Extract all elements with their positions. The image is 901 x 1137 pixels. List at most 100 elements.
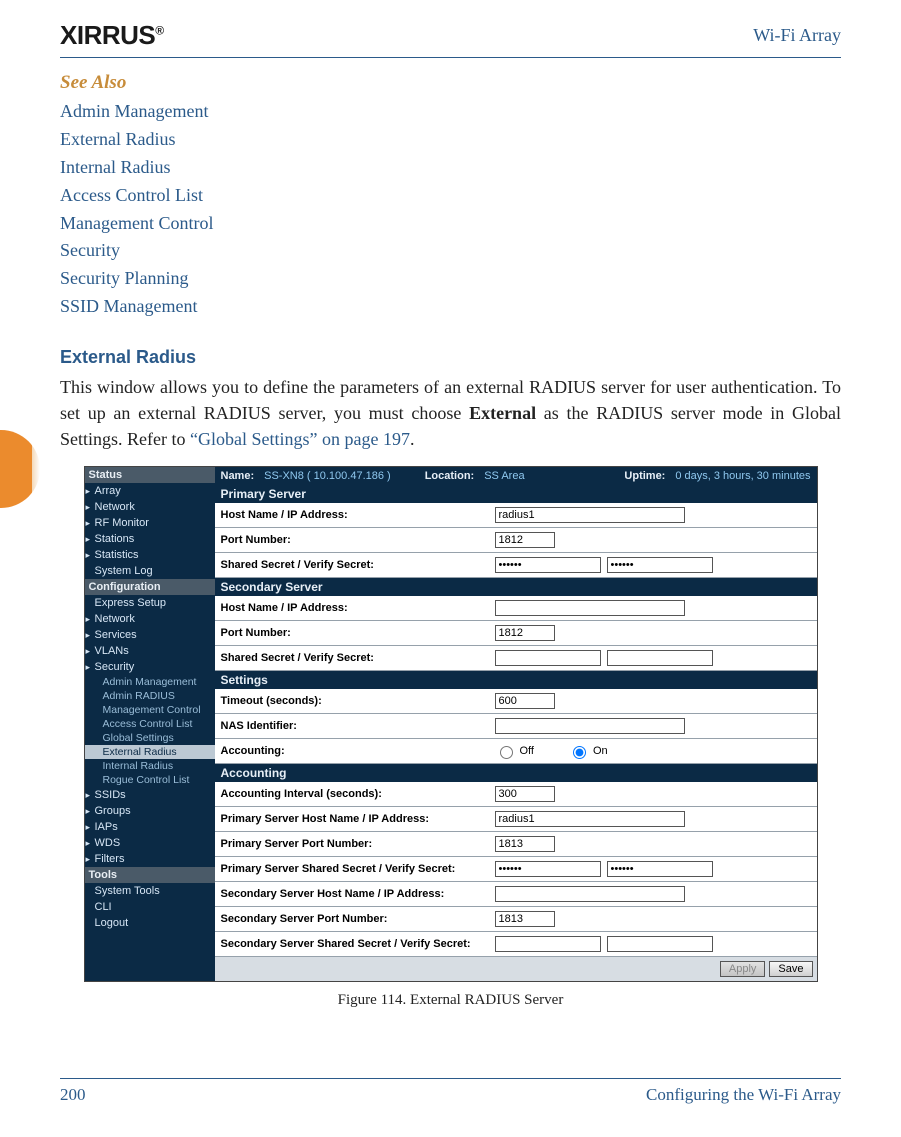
nav-item-iaps[interactable]: IAPs (85, 819, 215, 835)
input-secondary-port[interactable] (495, 625, 555, 641)
input-secondary-verify[interactable] (607, 650, 713, 666)
link-internal-radius[interactable]: Internal Radius (60, 154, 841, 182)
topbar: Name: SS-XN8 ( 10.100.47.186 ) Location:… (215, 467, 817, 485)
nav-item-security[interactable]: Security (85, 659, 215, 675)
input-primary-host[interactable] (495, 507, 685, 523)
label-primary-secret: Shared Secret / Verify Secret: (221, 559, 489, 571)
side-tab (0, 430, 40, 508)
input-s-host[interactable] (495, 886, 685, 902)
input-s-port[interactable] (495, 911, 555, 927)
nav-sub-admin-radius[interactable]: Admin RADIUS (85, 689, 215, 703)
label-secondary-port: Port Number: (221, 627, 489, 639)
page-footer: 200 Configuring the Wi-Fi Array (60, 1078, 841, 1105)
topbar-name-label: Name: (221, 470, 255, 482)
input-acct-interval[interactable] (495, 786, 555, 802)
page-number: 200 (60, 1085, 86, 1105)
nav-item-services[interactable]: Services (85, 627, 215, 643)
link-security-planning[interactable]: Security Planning (60, 265, 841, 293)
figure-caption: Figure 114. External RADIUS Server (60, 992, 841, 1009)
link-management-control[interactable]: Management Control (60, 210, 841, 238)
label-accounting: Accounting: (221, 745, 489, 757)
body-end: . (410, 429, 415, 449)
nav-item-ssids[interactable]: SSIDs (85, 787, 215, 803)
input-timeout[interactable] (495, 693, 555, 709)
figure-screenshot: Status Array Network RF Monitor Stations… (84, 466, 818, 982)
nav-sub-admin-mgmt[interactable]: Admin Management (85, 675, 215, 689)
link-external-radius[interactable]: External Radius (60, 126, 841, 154)
input-p-port[interactable] (495, 836, 555, 852)
nav-item-network2[interactable]: Network (85, 611, 215, 627)
section-primary: Primary Server (215, 485, 817, 503)
see-also-title: See Also (60, 72, 841, 94)
nav-item-express-setup[interactable]: Express Setup (85, 595, 215, 611)
nav-item-logout[interactable]: Logout (85, 915, 215, 931)
nav-item-wds[interactable]: WDS (85, 835, 215, 851)
input-primary-secret[interactable] (495, 557, 601, 573)
section-title: External Radius (60, 347, 841, 368)
nav-item-statistics[interactable]: Statistics (85, 547, 215, 563)
label-primary-port: Port Number: (221, 534, 489, 546)
label-p-port: Primary Server Port Number: (221, 838, 489, 850)
radio-accounting-off[interactable] (500, 746, 513, 759)
doc-type: Wi-Fi Array (753, 25, 841, 46)
nav-head-status: Status (85, 467, 215, 483)
link-security[interactable]: Security (60, 237, 841, 265)
body-xref[interactable]: “Global Settings” on page 197 (190, 429, 410, 449)
input-s-verify[interactable] (607, 936, 713, 952)
label-acct-interval: Accounting Interval (seconds): (221, 788, 489, 800)
nav-sidebar: Status Array Network RF Monitor Stations… (85, 467, 215, 981)
nav-sub-internal-radius[interactable]: Internal Radius (85, 759, 215, 773)
nav-item-filters[interactable]: Filters (85, 851, 215, 867)
section-accounting: Accounting (215, 764, 817, 782)
nav-item-system-log[interactable]: System Log (85, 563, 215, 579)
see-also-links: Admin Management External Radius Interna… (60, 98, 841, 321)
nav-item-cli[interactable]: CLI (85, 899, 215, 915)
link-ssid-management[interactable]: SSID Management (60, 293, 841, 321)
input-nas[interactable] (495, 718, 685, 734)
link-access-control-list[interactable]: Access Control List (60, 182, 841, 210)
label-on: On (593, 745, 608, 757)
input-s-secret[interactable] (495, 936, 601, 952)
nav-sub-global-settings[interactable]: Global Settings (85, 731, 215, 745)
input-secondary-secret[interactable] (495, 650, 601, 666)
link-admin-management[interactable]: Admin Management (60, 98, 841, 126)
label-off: Off (520, 745, 534, 757)
nav-item-vlans[interactable]: VLANs (85, 643, 215, 659)
input-p-secret[interactable] (495, 861, 601, 877)
label-timeout: Timeout (seconds): (221, 695, 489, 707)
nav-item-network[interactable]: Network (85, 499, 215, 515)
label-nas: NAS Identifier: (221, 720, 489, 732)
nav-item-system-tools[interactable]: System Tools (85, 883, 215, 899)
input-primary-port[interactable] (495, 532, 555, 548)
section-body: This window allows you to define the par… (60, 374, 841, 452)
topbar-uptime-label: Uptime: (624, 470, 665, 482)
logo: XIRRUS® (60, 20, 164, 51)
label-p-secret: Primary Server Shared Secret / Verify Se… (221, 863, 489, 875)
nav-sub-acl[interactable]: Access Control List (85, 717, 215, 731)
main-panel: Name: SS-XN8 ( 10.100.47.186 ) Location:… (215, 467, 817, 981)
label-secondary-secret: Shared Secret / Verify Secret: (221, 652, 489, 664)
nav-item-groups[interactable]: Groups (85, 803, 215, 819)
label-primary-host: Host Name / IP Address: (221, 509, 489, 521)
save-button[interactable]: Save (769, 961, 812, 977)
page-header: XIRRUS® Wi-Fi Array (60, 20, 841, 58)
radio-accounting-on[interactable] (573, 746, 586, 759)
input-p-host[interactable] (495, 811, 685, 827)
nav-item-array[interactable]: Array (85, 483, 215, 499)
nav-head-tools: Tools (85, 867, 215, 883)
section-settings: Settings (215, 671, 817, 689)
apply-button[interactable]: Apply (720, 961, 766, 977)
nav-item-rf-monitor[interactable]: RF Monitor (85, 515, 215, 531)
topbar-name-value: SS-XN8 ( 10.100.47.186 ) (264, 470, 391, 482)
label-secondary-host: Host Name / IP Address: (221, 602, 489, 614)
label-s-host: Secondary Server Host Name / IP Address: (221, 888, 489, 900)
nav-head-config: Configuration (85, 579, 215, 595)
input-primary-verify[interactable] (607, 557, 713, 573)
nav-item-stations[interactable]: Stations (85, 531, 215, 547)
input-p-verify[interactable] (607, 861, 713, 877)
nav-sub-rogue-control[interactable]: Rogue Control List (85, 773, 215, 787)
input-secondary-host[interactable] (495, 600, 685, 616)
label-s-secret: Secondary Server Shared Secret / Verify … (221, 938, 489, 950)
nav-sub-external-radius[interactable]: External Radius (85, 745, 215, 759)
nav-sub-mgmt-control[interactable]: Management Control (85, 703, 215, 717)
